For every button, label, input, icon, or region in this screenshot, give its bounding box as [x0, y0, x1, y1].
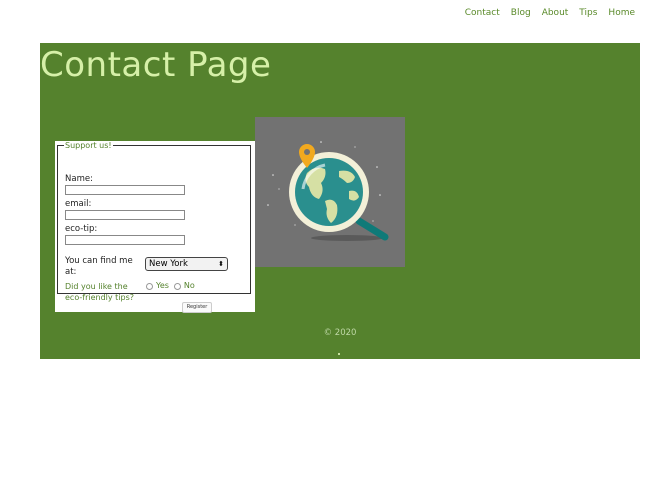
- eco-tip-label: eco-tip:: [65, 224, 98, 234]
- location-selected-value: New York: [149, 259, 188, 269]
- radio-no-label: No: [183, 281, 195, 290]
- radio-yes-label: Yes: [156, 281, 169, 290]
- location-select[interactable]: New York ⬍: [145, 257, 228, 271]
- form-legend: Support us!: [65, 141, 112, 150]
- radio-yes[interactable]: [146, 283, 153, 290]
- nav-blog[interactable]: Blog: [511, 8, 531, 18]
- globe-magnifier-image: [255, 117, 405, 267]
- email-input[interactable]: [65, 210, 185, 220]
- name-label: Name:: [65, 174, 93, 184]
- location-label: You can find me at:: [65, 256, 133, 277]
- name-input[interactable]: [65, 185, 185, 195]
- radio-no[interactable]: [173, 283, 181, 290]
- footer-copyright: © 2020: [323, 328, 357, 338]
- email-label: email:: [65, 199, 92, 209]
- nav-about[interactable]: About: [542, 8, 569, 18]
- eco-tip-input[interactable]: [65, 235, 185, 245]
- register-button[interactable]: Register: [182, 302, 212, 313]
- tips-question: Did you like the eco-friendly tips?: [65, 282, 134, 302]
- nav-home[interactable]: Home: [608, 8, 635, 18]
- select-arrows-icon: ⬍: [218, 260, 224, 268]
- globe-magnifier-icon: [267, 141, 389, 241]
- nav-contact[interactable]: Contact: [465, 8, 500, 18]
- support-fieldset: Support us! Name: email: eco-tip: You ca…: [57, 141, 251, 302]
- support-form: Support us! Name: email: eco-tip: You ca…: [55, 141, 255, 313]
- page-title: Contact Page: [40, 45, 272, 85]
- main-content: Contact Page Support us! Name: email: ec…: [40, 43, 640, 359]
- nav-tips[interactable]: Tips: [579, 8, 597, 18]
- top-nav: Contact Blog About Tips Home: [465, 8, 635, 18]
- footer-dot: [338, 353, 340, 355]
- tips-radio-group: Yes No: [146, 281, 195, 290]
